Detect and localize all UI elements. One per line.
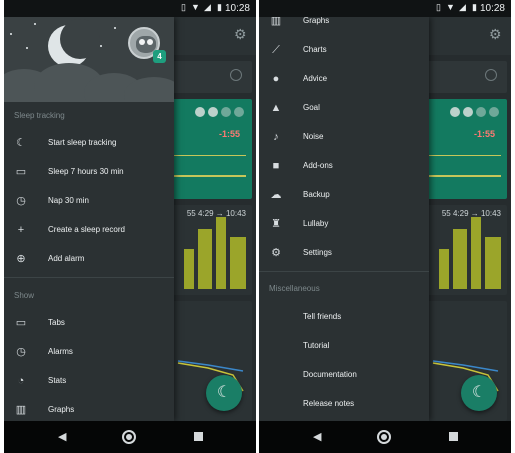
stats-icon: ◔ [17, 375, 25, 387]
wifi-icon: ▼ [446, 2, 455, 12]
menu-settings[interactable]: ⚙ Settings [259, 239, 429, 268]
recents-icon[interactable] [194, 432, 203, 441]
vibrate-icon: ▯ [181, 2, 186, 12]
menu-release-notes[interactable]: Release notes [259, 390, 429, 419]
charts-icon: ⟋ [272, 44, 280, 56]
menu-goal[interactable]: ▲ Goal [259, 94, 429, 123]
phone-screen-right: ▯ ▼ ◢ ▮ 10:28 ⚙ -1:55 55 4:29 → 10:43 ☾ … [259, 0, 511, 453]
back-icon[interactable]: ◀ [58, 430, 66, 443]
menu-add-alarm[interactable]: ⊕ Add alarm [4, 245, 174, 274]
sleep-deficit: -1:55 [473, 129, 495, 139]
status-bar: ▯ ▼ ◢ ▮ 10:28 [259, 0, 511, 17]
plus-icon: + [17, 224, 25, 236]
bed-icon: ▭ [15, 166, 27, 178]
menu-add-ons[interactable]: ■ Add-ons [259, 152, 429, 181]
menu-documentation[interactable]: Documentation [259, 361, 429, 390]
divider [4, 277, 174, 278]
gear-icon[interactable]: ⚙ [234, 27, 248, 41]
section-show: Show [14, 291, 35, 300]
menu-alarms[interactable]: ◷ Alarms [4, 338, 174, 367]
graphs-icon: ▥ [15, 404, 27, 416]
menu-graphs[interactable]: ▥ Graphs [259, 17, 429, 36]
menu-noise[interactable]: ♪ Noise [259, 123, 429, 152]
phone-screen-left: ▯ ▼ ◢ ▮ 10:28 ⚙ -1:55 55 4:29 → 10:43 ☾ … [4, 0, 256, 453]
back-icon[interactable]: ◀ [313, 430, 321, 443]
microphone-icon: ♪ [273, 131, 279, 143]
recents-icon[interactable] [449, 432, 458, 441]
status-time: 10:28 [224, 3, 250, 14]
vibrate-icon: ▯ [436, 2, 441, 12]
menu-tell-friends[interactable]: Tell friends [259, 303, 429, 332]
sleep-deficit: -1:55 [218, 129, 240, 139]
alarm-icon [230, 69, 242, 81]
puzzle-icon: ■ [272, 160, 280, 172]
system-nav-bar: ◀ [4, 421, 256, 453]
menu-tabs[interactable]: ▭ Tabs [4, 309, 174, 338]
lullaby-icon: ♜ [271, 218, 281, 230]
home-icon[interactable] [122, 430, 136, 444]
lightbulb-icon: ● [272, 73, 280, 85]
system-nav-bar: ◀ [259, 421, 511, 453]
menu-backup[interactable]: ☁ Backup [259, 181, 429, 210]
gear-icon[interactable]: ⚙ [489, 27, 503, 41]
start-tracking-fab[interactable]: ☾ [461, 375, 497, 411]
menu-lullaby[interactable]: ♜ Lullaby [259, 210, 429, 239]
menu-tutorial[interactable]: Tutorial [259, 332, 429, 361]
menu-sleep-7-30[interactable]: ▭ Sleep 7 hours 30 min [4, 158, 174, 187]
gear-icon: ⚙ [271, 247, 281, 259]
alarm-icon [485, 69, 497, 81]
start-tracking-fab[interactable]: ☾ [206, 375, 242, 411]
divider [259, 271, 429, 272]
alarm-icon: ◷ [16, 346, 26, 358]
menu-create-sleep-record[interactable]: + Create a sleep record [4, 216, 174, 245]
menu-charts[interactable]: ⟋ Charts [259, 36, 429, 65]
tabs-icon: ▭ [15, 317, 27, 329]
rating-dots [195, 107, 244, 117]
graphs-icon: ▥ [270, 17, 282, 27]
rating-dots [450, 107, 499, 117]
add-alarm-icon: ⊕ [16, 253, 26, 265]
section-sleep-tracking: Sleep tracking [14, 111, 65, 120]
menu-advice[interactable]: ● Advice [259, 65, 429, 94]
alarm-clock-icon: ◷ [16, 195, 26, 207]
moon-icon: ☾ [16, 137, 26, 149]
cloud-upload-icon: ☁ [270, 189, 282, 201]
signal-icon: ◢ [204, 2, 211, 12]
menu-graphs[interactable]: ▥ Graphs [4, 396, 174, 421]
navigation-drawer: 4 Sleep tracking ☾ Start sleep tracking … [4, 17, 174, 421]
mountain-icon: ▲ [270, 102, 282, 114]
wifi-icon: ▼ [191, 2, 200, 12]
navigation-drawer: ▥ Graphs ⟋ Charts ● Advice ▲ Goal ♪ Nois… [259, 17, 429, 421]
section-miscellaneous: Miscellaneous [269, 284, 320, 293]
status-bar: ▯ ▼ ◢ ▮ 10:28 [4, 0, 256, 17]
menu-start-sleep-tracking[interactable]: ☾ Start sleep tracking [4, 129, 174, 158]
menu-nap-30[interactable]: ◷ Nap 30 min [4, 187, 174, 216]
battery-icon: ▮ [472, 2, 477, 12]
menu-stats[interactable]: ◔ Stats [4, 367, 174, 396]
achievement-badge: 4 [153, 50, 166, 63]
status-time: 10:28 [479, 3, 505, 14]
drawer-header: 4 [4, 17, 174, 102]
signal-icon: ◢ [459, 2, 466, 12]
home-icon[interactable] [377, 430, 391, 444]
battery-icon: ▮ [217, 2, 222, 12]
